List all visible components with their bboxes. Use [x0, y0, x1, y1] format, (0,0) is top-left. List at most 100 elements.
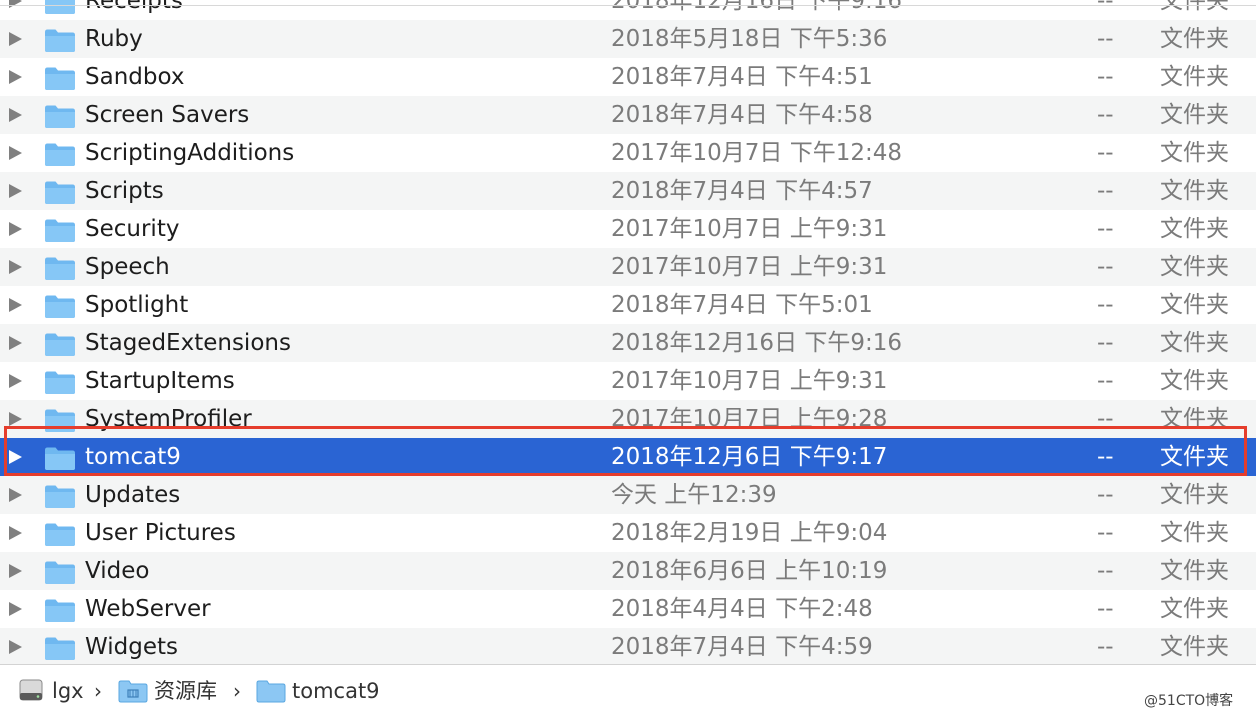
file-kind: 文件夹 [1160, 520, 1229, 546]
file-size: -- [1097, 330, 1114, 356]
file-name: ScriptingAdditions [85, 140, 295, 166]
file-size: -- [1097, 558, 1114, 584]
file-row[interactable]: Receipts 2018年12月16日 下午9:16 -- 文件夹 [0, 0, 1256, 20]
disclosure-triangle-icon[interactable] [9, 146, 22, 160]
hard-drive-icon [18, 677, 44, 708]
disclosure-triangle-icon[interactable] [9, 108, 22, 122]
file-name: Scripts [85, 178, 164, 204]
file-name: StartupItems [85, 368, 235, 394]
date-modified: 2018年7月4日 下午4:51 [611, 64, 873, 90]
breadcrumb-lgx[interactable]: lgx [52, 665, 84, 714]
folder-icon [44, 635, 76, 660]
file-name: Screen Savers [85, 102, 250, 128]
file-size: -- [1097, 0, 1114, 14]
file-row[interactable]: SystemProfiler 2017年10月7日 上午9:28 -- 文件夹 [0, 400, 1256, 438]
breadcrumb-separator: › [233, 679, 241, 703]
path-bar: lgx › 资源库 › tomcat9 [0, 664, 1256, 714]
folder-icon [44, 141, 76, 166]
disclosure-triangle-icon[interactable] [9, 260, 22, 274]
file-name: Video [85, 558, 150, 584]
file-name: User Pictures [85, 520, 236, 546]
disclosure-triangle-icon[interactable] [9, 298, 22, 312]
date-modified: 2017年10月7日 上午9:28 [611, 406, 888, 432]
breadcrumb-separator: › [94, 679, 102, 703]
date-modified: 2017年10月7日 上午9:31 [611, 254, 888, 280]
file-row[interactable]: Updates 今天 上午12:39 -- 文件夹 [0, 476, 1256, 514]
file-row[interactable]: Ruby 2018年5月18日 下午5:36 -- 文件夹 [0, 20, 1256, 58]
file-name: SystemProfiler [85, 406, 252, 432]
disclosure-triangle-icon[interactable] [9, 412, 22, 426]
disclosure-triangle-icon[interactable] [9, 640, 22, 654]
breadcrumb-tomcat9[interactable]: tomcat9 [292, 665, 380, 714]
disclosure-triangle-icon[interactable] [9, 564, 22, 578]
date-modified: 2017年10月7日 上午9:31 [611, 368, 888, 394]
disclosure-triangle-icon[interactable] [9, 450, 22, 464]
file-name: StagedExtensions [85, 330, 291, 356]
file-size: -- [1097, 368, 1114, 394]
file-kind: 文件夹 [1160, 482, 1229, 508]
disclosure-triangle-icon[interactable] [9, 526, 22, 540]
file-name: tomcat9 [85, 444, 181, 470]
file-row[interactable]: Sandbox 2018年7月4日 下午4:51 -- 文件夹 [0, 58, 1256, 96]
file-row[interactable]: Screen Savers 2018年7月4日 下午4:58 -- 文件夹 [0, 96, 1256, 134]
date-modified: 2018年7月4日 下午4:57 [611, 178, 873, 204]
file-size: -- [1097, 292, 1114, 318]
disclosure-triangle-icon[interactable] [9, 184, 22, 198]
file-row[interactable]: Widgets 2018年7月4日 下午4:59 -- 文件夹 [0, 628, 1256, 666]
date-modified: 2018年5月18日 下午5:36 [611, 26, 888, 52]
file-row[interactable]: ScriptingAdditions 2017年10月7日 下午12:48 -- 文件… [0, 134, 1256, 172]
file-kind: 文件夹 [1160, 102, 1229, 128]
disclosure-triangle-icon[interactable] [9, 70, 22, 84]
file-row[interactable]: StartupItems 2017年10月7日 上午9:31 -- 文件夹 [0, 362, 1256, 400]
folder-icon [44, 0, 76, 14]
file-row[interactable]: User Pictures 2018年2月19日 上午9:04 -- 文件夹 [0, 514, 1256, 552]
folder-icon [44, 27, 76, 52]
disclosure-triangle-icon[interactable] [9, 374, 22, 388]
file-row[interactable]: Speech 2017年10月7日 上午9:31 -- 文件夹 [0, 248, 1256, 286]
file-row[interactable]: Spotlight 2018年7月4日 下午5:01 -- 文件夹 [0, 286, 1256, 324]
file-kind: 文件夹 [1160, 26, 1229, 52]
folder-icon [44, 597, 76, 622]
file-name: Ruby [85, 26, 143, 52]
file-row[interactable]: Scripts 2018年7月4日 下午4:57 -- 文件夹 [0, 172, 1256, 210]
date-modified: 2018年2月19日 上午9:04 [611, 520, 888, 546]
file-size: -- [1097, 254, 1114, 280]
date-modified: 2018年7月4日 下午4:58 [611, 102, 873, 128]
disclosure-triangle-icon[interactable] [9, 488, 22, 502]
file-size: -- [1097, 26, 1114, 52]
library-folder-icon [118, 679, 148, 708]
breadcrumb-library[interactable]: 资源库 [154, 665, 217, 714]
disclosure-triangle-icon[interactable] [9, 336, 22, 350]
file-kind: 文件夹 [1160, 64, 1229, 90]
folder-icon [44, 407, 76, 432]
disclosure-triangle-icon[interactable] [9, 222, 22, 236]
file-size: -- [1097, 64, 1114, 90]
disclosure-triangle-icon[interactable] [9, 0, 22, 8]
file-kind: 文件夹 [1160, 406, 1229, 432]
file-kind: 文件夹 [1160, 634, 1229, 660]
file-kind: 文件夹 [1160, 254, 1229, 280]
disclosure-triangle-icon[interactable] [9, 32, 22, 46]
file-kind: 文件夹 [1160, 292, 1229, 318]
file-size: -- [1097, 482, 1114, 508]
file-kind: 文件夹 [1160, 596, 1229, 622]
file-row[interactable]: Security 2017年10月7日 上午9:31 -- 文件夹 [0, 210, 1256, 248]
folder-icon [44, 521, 76, 546]
finder-window: Receipts 2018年12月16日 下午9:16 -- 文件夹 Ruby 2018年… [0, 0, 1256, 714]
date-modified: 2018年6月6日 上午10:19 [611, 558, 888, 584]
folder-icon [44, 255, 76, 280]
folder-icon [44, 179, 76, 204]
file-row-selected[interactable]: tomcat9 2018年12月6日 下午9:17 -- 文件夹 [0, 438, 1256, 476]
file-row[interactable]: WebServer 2018年4月4日 下午2:48 -- 文件夹 [0, 590, 1256, 628]
file-kind: 文件夹 [1160, 216, 1229, 242]
disclosure-triangle-icon[interactable] [9, 602, 22, 616]
file-kind: 文件夹 [1160, 444, 1229, 470]
date-modified: 2017年10月7日 下午12:48 [611, 140, 903, 166]
file-row[interactable]: StagedExtensions 2018年12月16日 下午9:16 -- 文件夹 [0, 324, 1256, 362]
file-size: -- [1097, 444, 1114, 470]
file-size: -- [1097, 520, 1114, 546]
file-kind: 文件夹 [1160, 140, 1229, 166]
file-row[interactable]: Video 2018年6月6日 上午10:19 -- 文件夹 [0, 552, 1256, 590]
folder-icon [44, 65, 76, 90]
folder-icon [44, 293, 76, 318]
